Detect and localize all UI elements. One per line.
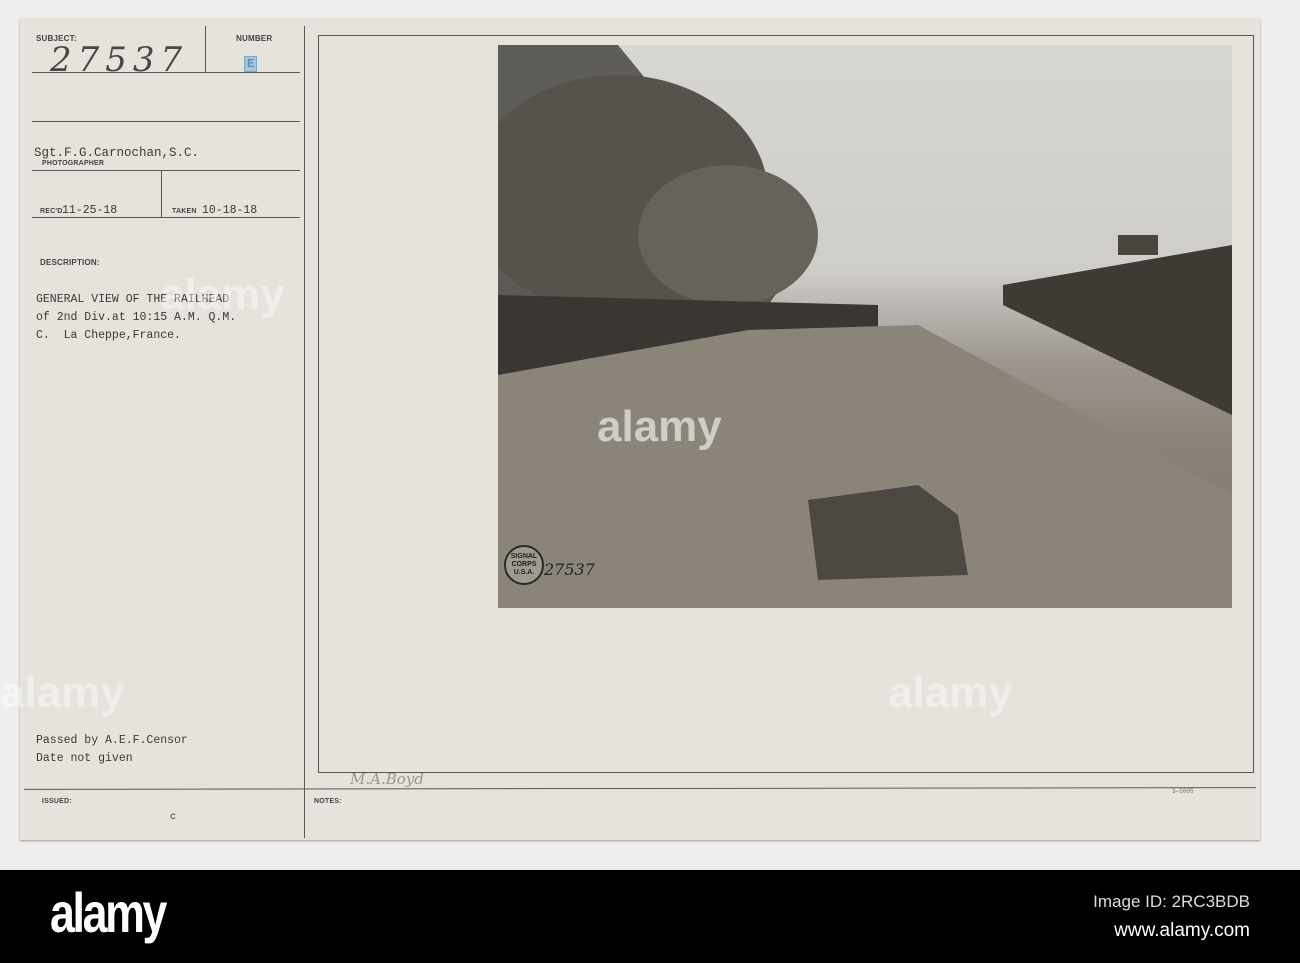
divider bbox=[32, 121, 300, 122]
signal-corps-stamp: SIGNAL CORPS U.S.A. bbox=[504, 545, 544, 585]
divider bbox=[32, 170, 300, 171]
censor-line: Date not given bbox=[36, 752, 133, 765]
censor-note: Passed by A.E.F.Censor Date not given bbox=[36, 732, 188, 768]
number-label: NUMBER bbox=[236, 34, 273, 43]
notes-label: NOTES: bbox=[314, 798, 342, 805]
description-label: DESCRIPTION: bbox=[40, 258, 100, 267]
issued-label: ISSUED: bbox=[42, 798, 72, 805]
negative-number: 27537 bbox=[544, 560, 595, 579]
image-id: Image ID: 2RC3BDB bbox=[1093, 892, 1250, 911]
watermark: alamy bbox=[888, 668, 1013, 717]
number-stamp: E bbox=[244, 56, 258, 72]
alamy-url[interactable]: www.alamy.com bbox=[1114, 920, 1250, 942]
railhead-scene bbox=[498, 45, 1232, 608]
censor-line: Passed by A.E.F.Censor bbox=[36, 734, 188, 747]
recd-label: REC'D bbox=[40, 208, 63, 215]
divider bbox=[32, 72, 300, 73]
issued-value: c bbox=[170, 812, 177, 823]
watermark: alamy bbox=[597, 402, 722, 451]
divider bbox=[23, 787, 1257, 790]
divider bbox=[304, 26, 305, 838]
subject-number: 27537 bbox=[50, 40, 189, 80]
divider bbox=[161, 170, 162, 217]
divider bbox=[205, 26, 206, 72]
taken-label: TAKEN bbox=[172, 208, 197, 215]
watermark: alamy bbox=[0, 668, 125, 717]
photographer-label: PHOTOGRAPHER bbox=[42, 160, 105, 167]
photographer-name: Sgt.F.G.Carnochan,S.C. bbox=[34, 146, 200, 160]
description-line: C. La Cheppe,France. bbox=[36, 329, 181, 342]
taken-date: 10-18-18 bbox=[202, 204, 258, 217]
form-number: 3—5005 bbox=[1172, 788, 1194, 795]
recd-date: 11-25-18 bbox=[62, 204, 118, 217]
divider bbox=[32, 217, 300, 218]
footer-bar: alamy Image ID: 2RC3BDB www.alamy.com bbox=[0, 870, 1300, 963]
stamp-text: SIGNAL CORPS U.S.A. bbox=[510, 553, 538, 576]
watermark: alamy bbox=[160, 270, 285, 319]
alamy-logo: alamy bbox=[50, 881, 167, 944]
photograph: SIGNAL CORPS U.S.A. 27537 bbox=[498, 45, 1232, 608]
